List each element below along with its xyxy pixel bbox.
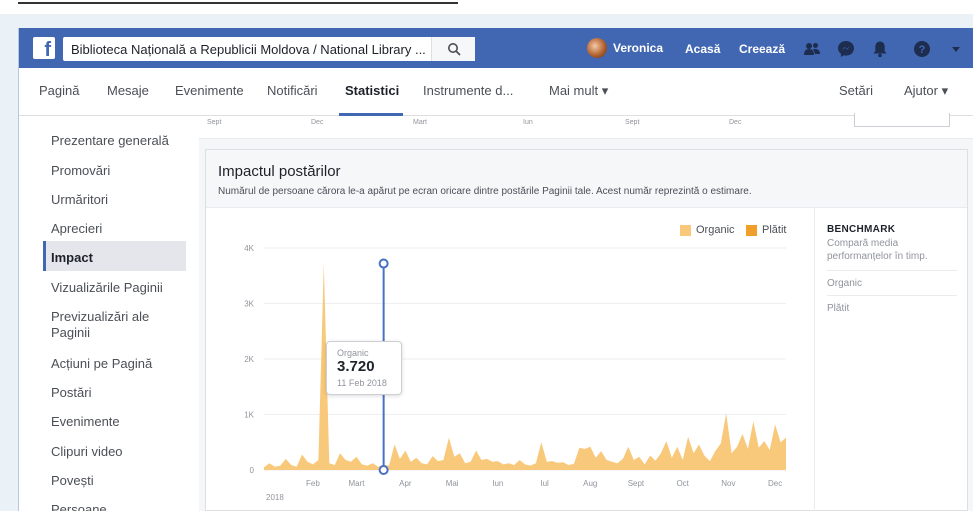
- benchmark-description: Compară media performanțelor în timp.: [827, 238, 928, 262]
- insights-main: Sept Dec Mart Iun Sept Dec Impactul post…: [199, 113, 973, 511]
- previous-axis-tick: Dec: [311, 119, 324, 126]
- x-tick-label: Mart: [348, 479, 365, 488]
- legend-organic-swatch: [680, 224, 691, 236]
- x-tick-label: Nov: [721, 479, 735, 488]
- svg-text:?: ?: [919, 44, 926, 56]
- tooltip-value: 3.720: [337, 358, 375, 375]
- user-profile-link[interactable]: Veronica: [587, 38, 663, 58]
- previous-chart-axis: Sept Dec Mart Iun Sept Dec: [199, 113, 973, 139]
- previous-axis-tick: Sept: [207, 119, 222, 126]
- sidebar-item-page-previews[interactable]: Previzualizări ale Paginii: [51, 309, 181, 341]
- x-tick-label: Iul: [540, 479, 549, 488]
- sidebar-item-videos[interactable]: Clipuri video: [51, 444, 181, 460]
- data-tooltip: Organic 3.720 11 Feb 2018: [326, 341, 402, 395]
- sidebar-item-overview[interactable]: Prezentare generală: [51, 133, 181, 149]
- x-tick-label: Oct: [676, 479, 689, 488]
- sidebar-item-posts[interactable]: Postări: [51, 385, 181, 401]
- sidebar-item-reach[interactable]: Impact: [51, 250, 181, 266]
- y-tick-label: 0: [250, 466, 255, 475]
- benchmark-title: BENCHMARK: [827, 224, 896, 235]
- reach-chart[interactable]: 0 1K 2K 3K 4K Feb Mart Apr Mai Iun Iul Aug Sept Oct No…: [206, 208, 814, 511]
- tab-settings[interactable]: Setări: [839, 83, 873, 98]
- search-box[interactable]: Biblioteca Națională a Republicii Moldov…: [63, 37, 475, 61]
- search-button[interactable]: [431, 37, 475, 61]
- highlight-point-top: [378, 258, 389, 269]
- tab-page[interactable]: Pagină: [39, 83, 79, 98]
- facebook-window: f Biblioteca Națională a Republicii Mold…: [18, 28, 973, 511]
- previous-axis-tick: Dec: [729, 119, 742, 126]
- account-menu-chevron-icon[interactable]: [947, 40, 965, 58]
- sidebar-item-page-actions[interactable]: Acțiuni pe Pagină: [51, 356, 181, 372]
- x-tick-label: Feb: [306, 479, 320, 488]
- tab-events[interactable]: Evenimente: [175, 83, 244, 98]
- tab-notifications[interactable]: Notificări: [267, 83, 318, 98]
- facebook-top-bar: f Biblioteca Națională a Republicii Mold…: [19, 28, 973, 68]
- benchmark-divider: [827, 295, 957, 296]
- active-item-bar: [43, 241, 46, 271]
- previous-axis-tick: Sept: [625, 119, 640, 126]
- previous-axis-tick: Mart: [413, 119, 427, 126]
- previous-chart-dropdown[interactable]: [854, 113, 950, 127]
- user-name: Veronica: [613, 41, 664, 55]
- friend-requests-icon[interactable]: [803, 40, 821, 58]
- screenshot-top-strip: [0, 0, 973, 14]
- sidebar-item-promotions[interactable]: Promovări: [51, 163, 181, 179]
- tab-publishing-tools[interactable]: Instrumente d...: [423, 83, 513, 98]
- panel-subtitle: Numărul de persoane cărora le-a apărut p…: [218, 186, 752, 197]
- y-tick-label: 1K: [244, 411, 254, 420]
- home-link[interactable]: Acasă: [685, 42, 720, 56]
- search-icon: [448, 43, 461, 56]
- active-tab-indicator: [339, 113, 403, 116]
- x-tick-label: Iun: [492, 479, 503, 488]
- tooltip-date: 11 Feb 2018: [337, 378, 387, 388]
- x-tick-label: Apr: [399, 479, 412, 488]
- tab-insights[interactable]: Statistici: [345, 83, 399, 98]
- tab-help[interactable]: Ajutor ▾: [904, 83, 948, 99]
- panel-title: Impactul postărilor: [218, 163, 341, 180]
- top-divider: [18, 2, 458, 4]
- legend-organic-label: Organic: [696, 224, 735, 236]
- insights-sidebar: Prezentare generală Promovări Urmăritori…: [19, 117, 189, 511]
- x-tick-label: Dec: [768, 479, 782, 488]
- search-input[interactable]: Biblioteca Națională a Republicii Moldov…: [71, 42, 431, 57]
- tooltip-series-label: Organic: [337, 348, 369, 358]
- previous-axis-tick: Iun: [523, 119, 533, 126]
- sidebar-item-events[interactable]: Evenimente: [51, 414, 181, 430]
- sidebar-item-people[interactable]: Persoane: [51, 502, 181, 511]
- sidebar-item-stories[interactable]: Povești: [51, 473, 181, 489]
- sidebar-item-followers[interactable]: Urmăritori: [51, 192, 181, 208]
- legend-organic[interactable]: Organic: [680, 224, 735, 236]
- benchmark-organic-row[interactable]: Organic: [827, 278, 862, 289]
- help-question-icon[interactable]: ?: [913, 40, 931, 58]
- x-tick-label: Aug: [583, 479, 597, 488]
- post-reach-panel: Impactul postărilor Numărul de persoane …: [205, 149, 968, 511]
- create-link[interactable]: Creează: [739, 42, 785, 56]
- legend-paid-swatch: [746, 224, 757, 236]
- x-tick-label: Mai: [446, 479, 459, 488]
- benchmark-paid-row[interactable]: Plătit: [827, 303, 849, 314]
- year-label: 2018: [266, 493, 284, 502]
- avatar: [587, 38, 607, 58]
- page-tabs: Pagină Mesaje Evenimente Notificări Stat…: [19, 68, 973, 116]
- benchmark-divider: [827, 270, 957, 271]
- highlight-point-bottom: [378, 465, 389, 475]
- legend-paid-label: Plătit: [762, 224, 787, 236]
- sidebar-item-likes[interactable]: Aprecieri: [51, 221, 181, 237]
- benchmark-panel: BENCHMARK Compară media performanțelor î…: [814, 208, 967, 511]
- y-tick-label: 3K: [244, 300, 254, 309]
- tab-more[interactable]: Mai mult ▾: [549, 83, 608, 99]
- panel-header: Impactul postărilor Numărul de persoane …: [206, 150, 967, 208]
- tab-messages[interactable]: Mesaje: [107, 83, 149, 98]
- facebook-logo-icon[interactable]: f: [33, 37, 55, 59]
- chart-area: Organic Plătit 0 1K 2K 3K 4K Feb Mart Apr Mai Iun…: [206, 208, 814, 511]
- y-tick-label: 2K: [244, 355, 254, 364]
- messenger-icon[interactable]: [837, 40, 855, 58]
- sidebar-item-page-views[interactable]: Vizualizările Paginii: [51, 280, 181, 296]
- x-tick-label: Sept: [628, 479, 645, 488]
- y-tick-label: 4K: [244, 244, 254, 253]
- legend-paid[interactable]: Plătit: [746, 224, 786, 236]
- notifications-bell-icon[interactable]: [871, 40, 889, 58]
